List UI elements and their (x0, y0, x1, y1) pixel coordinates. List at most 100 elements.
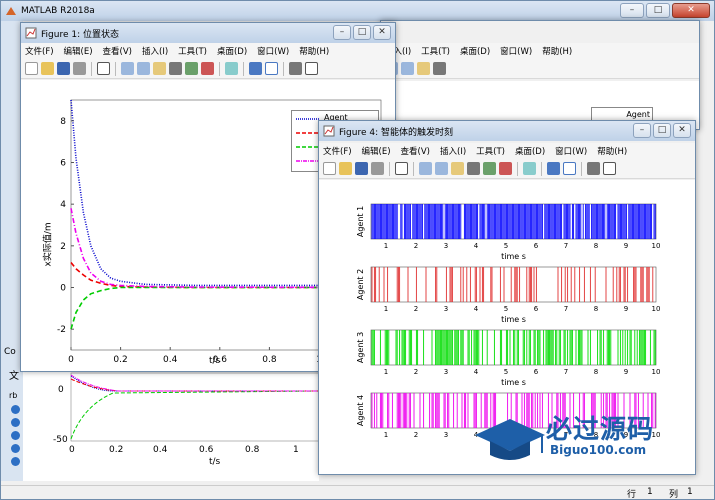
fig4-xtick-label: 9 (624, 305, 628, 313)
fig1-ytick-label: -2 (57, 325, 66, 335)
toolbar-separator (283, 61, 284, 76)
zoom-out-icon[interactable] (435, 162, 448, 175)
zoom-out-icon[interactable] (137, 62, 150, 75)
fig4-menu-help[interactable]: 帮助(H) (597, 145, 627, 157)
fig1-title: Figure 1: 位置状态 (41, 29, 119, 40)
fig4-xtick-label: 8 (594, 368, 598, 376)
fig4-xtick-label: 10 (652, 368, 661, 376)
fig4-menu-desktop[interactable]: 桌面(D) (515, 145, 545, 157)
fig4-xlabel: time s (501, 252, 526, 261)
pointer-icon[interactable] (395, 162, 408, 175)
figure2-window[interactable]: 插入(I) 工具(T) 桌面(D) 窗口(W) 帮助(H) Agent (380, 20, 700, 130)
fig2-menu-tools[interactable]: 工具(T) (421, 45, 450, 57)
fig1-menu-edit[interactable]: 编辑(E) (64, 45, 93, 57)
fig1-menu-view[interactable]: 查看(V) (103, 45, 132, 57)
fig4-maximize-button[interactable]: □ (653, 123, 671, 138)
zoom-in-icon[interactable] (121, 62, 134, 75)
fig2-menu-window[interactable]: 窗口(W) (500, 45, 532, 57)
fig4-xtick-label: 10 (652, 242, 661, 250)
pointer-icon[interactable] (97, 62, 110, 75)
link-plot-icon[interactable] (225, 62, 238, 75)
fig1-ytick-label: 8 (60, 117, 66, 127)
save-icon[interactable] (57, 62, 70, 75)
colorbar-icon[interactable] (547, 162, 560, 175)
fig4-close-button[interactable]: ✕ (673, 123, 691, 138)
fig1-menu-window[interactable]: 窗口(W) (257, 45, 289, 57)
toolbar-separator (91, 61, 92, 76)
minimize-button[interactable]: – (620, 3, 644, 18)
figure-icon (323, 125, 335, 137)
pan-icon[interactable] (451, 162, 464, 175)
fig4-xtick-label: 2 (414, 431, 418, 439)
fig4-xtick-label: 6 (534, 242, 539, 250)
fig4-xlabel: time s (501, 378, 526, 387)
fig4-xtick-label: 3 (444, 431, 448, 439)
fig4-menu-window[interactable]: 窗口(W) (555, 145, 587, 157)
brush-icon[interactable] (499, 162, 512, 175)
fig4-menu-insert[interactable]: 插入(I) (440, 145, 466, 157)
pan-icon[interactable] (153, 62, 166, 75)
fig2-toolbar (381, 59, 699, 79)
fig4-xtick-label: 3 (444, 305, 448, 313)
fig1-minimize-button[interactable]: – (333, 25, 351, 40)
status-col: 1 (687, 487, 693, 497)
fig1-menu-insert[interactable]: 插入(I) (142, 45, 168, 57)
print-icon[interactable] (73, 62, 86, 75)
fig4-xtick-label: 1 (384, 305, 388, 313)
status-col-label: 列 (669, 490, 679, 500)
fig4-title: Figure 4: 智能体的触发时刻 (339, 127, 453, 138)
fig1-menu-tools[interactable]: 工具(T) (178, 45, 207, 57)
maximize-button[interactable]: □ (646, 3, 670, 18)
data-cursor-icon[interactable] (185, 62, 198, 75)
rotate-icon[interactable] (169, 62, 182, 75)
fig1-menu-file[interactable]: 文件(F) (25, 45, 54, 57)
open-file-icon[interactable] (339, 162, 352, 175)
fig4-menu-file[interactable]: 文件(F) (323, 145, 352, 157)
colorbar-icon[interactable] (249, 62, 262, 75)
zoom-in-icon[interactable] (419, 162, 432, 175)
fig1-menu-help[interactable]: 帮助(H) (299, 45, 329, 57)
fig4-minimize-button[interactable]: – (633, 123, 651, 138)
toolbar-separator (581, 161, 582, 176)
fig4-menu-tools[interactable]: 工具(T) (476, 145, 505, 157)
info-icon (11, 457, 20, 466)
fig1-close-button[interactable]: ✕ (373, 25, 391, 40)
new-figure-icon[interactable] (323, 162, 336, 175)
fig2-menu-desktop[interactable]: 桌面(D) (460, 45, 490, 57)
legend-icon[interactable] (265, 62, 278, 75)
hide-plot-tools-icon[interactable] (587, 162, 600, 175)
legend-icon[interactable] (563, 162, 576, 175)
bg-xtick-3: 0.6 (199, 445, 214, 455)
rotate-icon[interactable] (433, 62, 446, 75)
side-letter-2: 文 (9, 371, 19, 382)
fig2-legend-label: Agent (626, 110, 650, 119)
pan-icon[interactable] (417, 62, 430, 75)
save-icon[interactable] (355, 162, 368, 175)
fig4-menu-edit[interactable]: 编辑(E) (362, 145, 391, 157)
zoom-out-icon[interactable] (401, 62, 414, 75)
close-button[interactable]: ✕ (672, 3, 710, 18)
fig4-menubar: 文件(F) 编辑(E) 查看(V) 插入(I) 工具(T) 桌面(D) 窗口(W… (319, 143, 695, 159)
fig4-xtick-label: 1 (384, 242, 388, 250)
fig4-xtick-label: 8 (594, 305, 598, 313)
side-letter-3: rb (9, 391, 18, 400)
rotate-icon[interactable] (467, 162, 480, 175)
fig1-menu-desktop[interactable]: 桌面(D) (217, 45, 247, 57)
fig4-menu-view[interactable]: 查看(V) (401, 145, 430, 157)
info-icon (11, 431, 20, 440)
brush-icon[interactable] (201, 62, 214, 75)
fig1-maximize-button[interactable]: □ (353, 25, 371, 40)
print-icon[interactable] (371, 162, 384, 175)
show-plot-tools-icon[interactable] (305, 62, 318, 75)
hide-plot-tools-icon[interactable] (289, 62, 302, 75)
link-plot-icon[interactable] (523, 162, 536, 175)
new-figure-icon[interactable] (25, 62, 38, 75)
open-file-icon[interactable] (41, 62, 54, 75)
data-cursor-icon[interactable] (483, 162, 496, 175)
bg-ytick-0: 0 (58, 385, 64, 395)
fig2-menu-help[interactable]: 帮助(H) (542, 45, 572, 57)
show-plot-tools-icon[interactable] (603, 162, 616, 175)
fig4-xtick-label: 4 (474, 305, 479, 313)
fig1-ytick-label: 0 (60, 284, 66, 294)
bg-xtick-5: 1 (293, 445, 299, 455)
